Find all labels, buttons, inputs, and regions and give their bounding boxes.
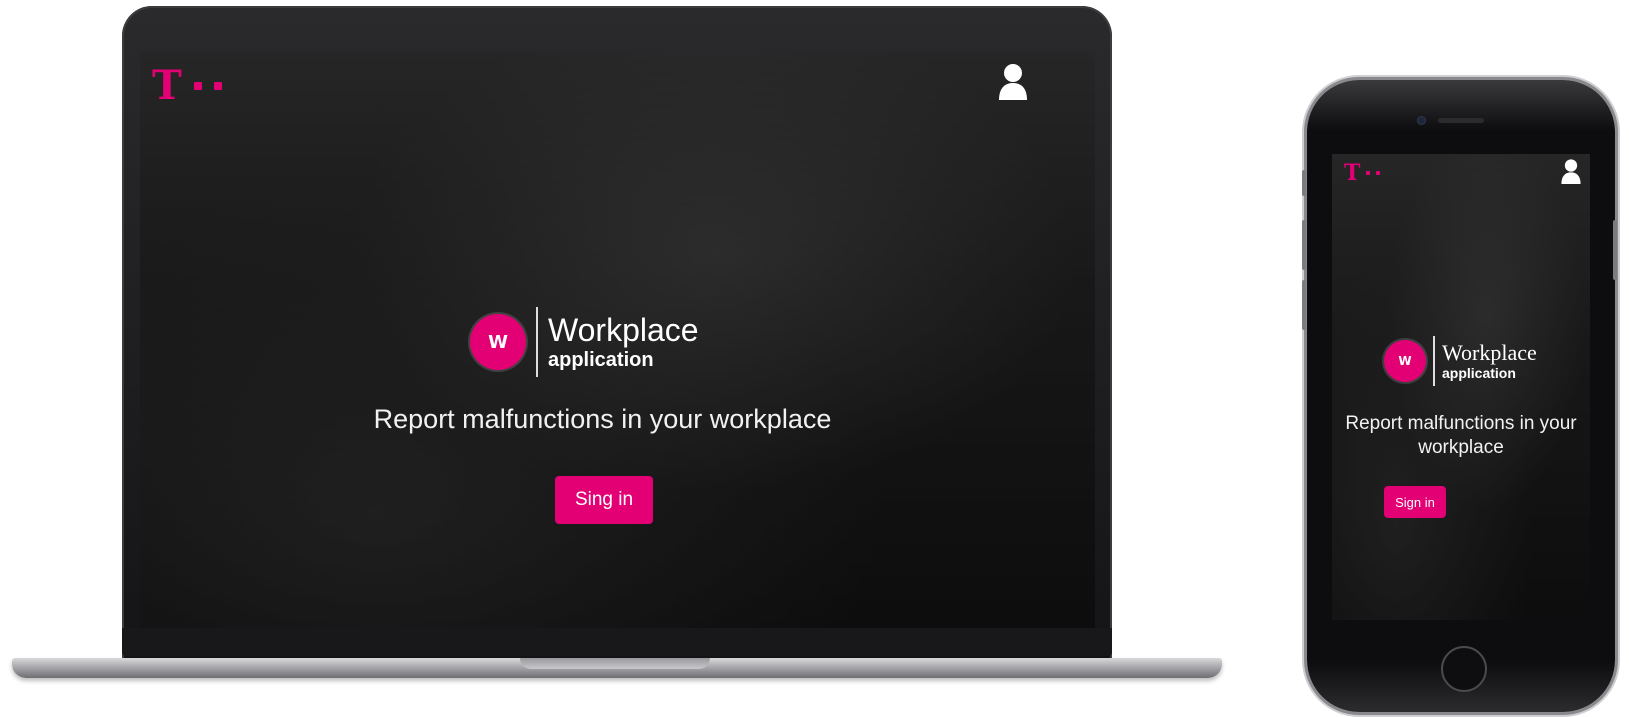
brand-divider: [1433, 336, 1435, 386]
laptop-notch: [520, 658, 710, 669]
phone-power-button: [1613, 220, 1617, 280]
laptop-screen: T W Workplace application Report malfunc…: [140, 52, 1095, 628]
phone-mute-switch: [1302, 170, 1306, 196]
app-subtitle: application: [1442, 365, 1516, 381]
workplace-app-icon: W: [470, 314, 526, 370]
sign-in-button[interactable]: Sing in: [555, 476, 653, 524]
sign-in-button[interactable]: Sign in: [1384, 486, 1446, 518]
phone-volume-up: [1302, 220, 1306, 270]
app-subtitle: application: [548, 349, 654, 371]
tagline: Report malfunctions in your workplace: [373, 404, 832, 434]
tagline: Report malfunctions in your workplace: [1345, 413, 1577, 458]
brand-divider: [536, 307, 538, 377]
phone-volume-down: [1302, 280, 1306, 330]
app-title: Workplace: [1442, 340, 1537, 365]
app-brand: W Workplace application: [1384, 336, 1537, 386]
phone-home-button[interactable]: [1441, 646, 1487, 692]
phone-screen: T W Workplace application Report malfunc…: [1332, 154, 1590, 620]
app-brand: W Workplace application: [470, 307, 699, 377]
user-account-icon[interactable]: [1560, 158, 1582, 184]
phone-speaker: [1438, 118, 1484, 123]
laptop-bezel: [122, 628, 1112, 656]
workplace-app-icon: W: [1384, 340, 1426, 382]
phone-camera: [1418, 117, 1425, 124]
app-title: Workplace: [548, 312, 699, 348]
telekom-t-logo-icon[interactable]: T: [1344, 160, 1381, 186]
user-account-icon[interactable]: [997, 62, 1029, 100]
telekom-t-logo-icon[interactable]: T: [152, 62, 222, 109]
